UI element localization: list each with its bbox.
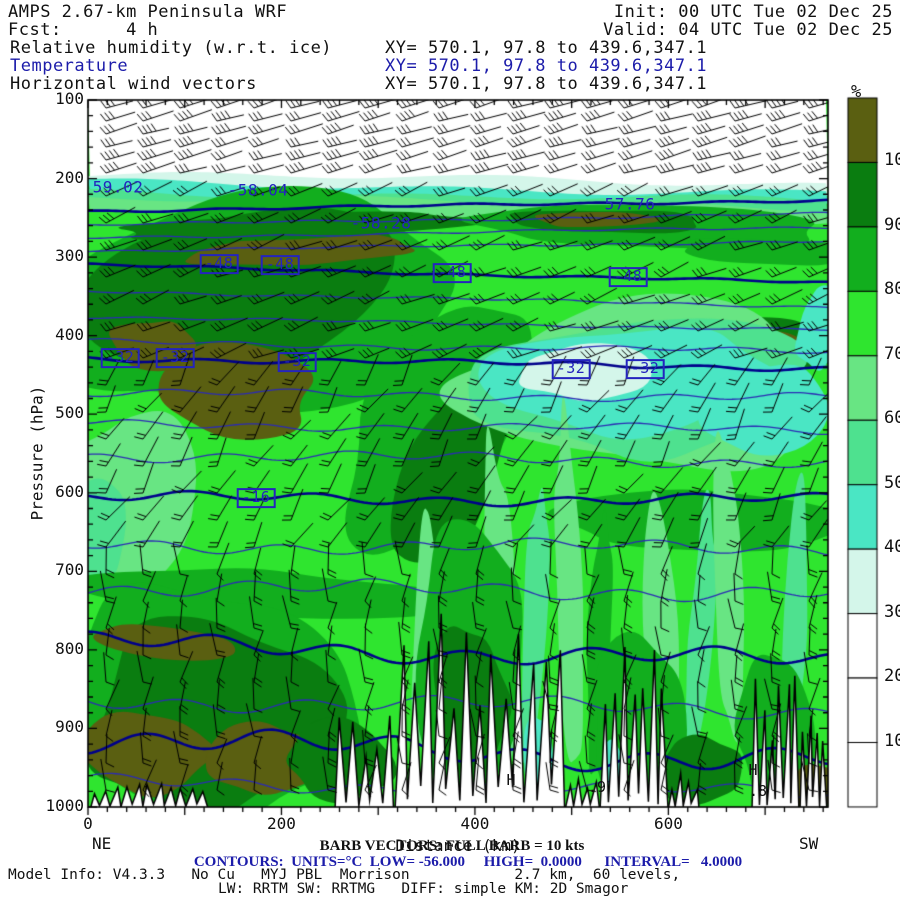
colorbar-tick-label: 10 — [884, 730, 900, 751]
contour-label: -32 — [155, 348, 195, 368]
contour-label: -32 — [551, 359, 591, 379]
amps-cross-section-page: { "header": { "line1_left": "AMPS 2.67-k… — [0, 0, 900, 900]
colorbar-tick-label: 100 — [884, 150, 900, 171]
y-tick-label: 900 — [55, 717, 84, 737]
colorbar-tick-label: 30 — [884, 601, 900, 622]
x-end-label-sw: SW — [799, 834, 819, 853]
y-tick-label: 800 — [55, 638, 84, 658]
y-tick-label: 200 — [55, 167, 84, 187]
contour-label: -16 — [236, 488, 276, 508]
x-tick-label: 600 — [653, 814, 683, 833]
barb-vectors-note: BARB VECTORS: FULL BARB = 10 kts — [319, 838, 585, 854]
colorbar-tick-label: 90 — [884, 214, 900, 235]
x-tick-label: 200 — [267, 814, 296, 833]
colorbar-tick-label: 20 — [884, 666, 900, 687]
contour-label: -48 — [199, 254, 239, 274]
colorbar-tick-label: 60 — [884, 408, 900, 429]
y-tick-label: 600 — [55, 481, 84, 501]
y-tick-label: 500 — [55, 403, 84, 423]
contour-label: -48 — [432, 263, 472, 283]
y-tick-label: 1000 — [45, 796, 84, 815]
surface-label: H — [748, 761, 758, 780]
contour-label: -32 — [100, 348, 140, 368]
contour-label: -48 — [608, 267, 648, 287]
x-tick-label: 400 — [460, 814, 490, 833]
colorbar-tick-label: 50 — [884, 472, 900, 493]
y-tick-label: 400 — [55, 324, 84, 344]
contour-label: -48 — [260, 255, 300, 275]
colorbar-units-label: % — [851, 82, 862, 102]
model-info-line2: LW: RRTM SW: RRTMG DIFF: simple KM: 2D S… — [218, 881, 629, 897]
annotation-label: -58.04 — [227, 180, 289, 200]
surface-label: H — [506, 771, 516, 790]
surface-label: .8 — [748, 782, 768, 801]
y-tick-label: 300 — [55, 246, 84, 266]
colorbar-tick-label: 40 — [884, 537, 900, 558]
colorbar-tick-label: 70 — [884, 343, 900, 364]
annotation-label: 59.02 — [92, 177, 144, 197]
contour-label: -32 — [625, 359, 665, 379]
contour-label: -32 — [277, 352, 317, 372]
section-coords-wind: XY= 570.1, 97.8 to 439.6,347.1 — [385, 74, 708, 94]
surface-label: .9 — [587, 778, 607, 797]
colorbar-tick-label: 80 — [884, 279, 900, 300]
annotation-label: -58.28 — [350, 213, 412, 233]
annotation-label: 57.76 — [604, 194, 656, 214]
y-tick-label: 100 — [55, 89, 84, 108]
y-tick-label: 700 — [55, 560, 84, 580]
cross-section-plot — [0, 0, 900, 900]
x-tick-label: 0 — [83, 814, 93, 833]
x-end-label-ne: NE — [92, 834, 112, 853]
